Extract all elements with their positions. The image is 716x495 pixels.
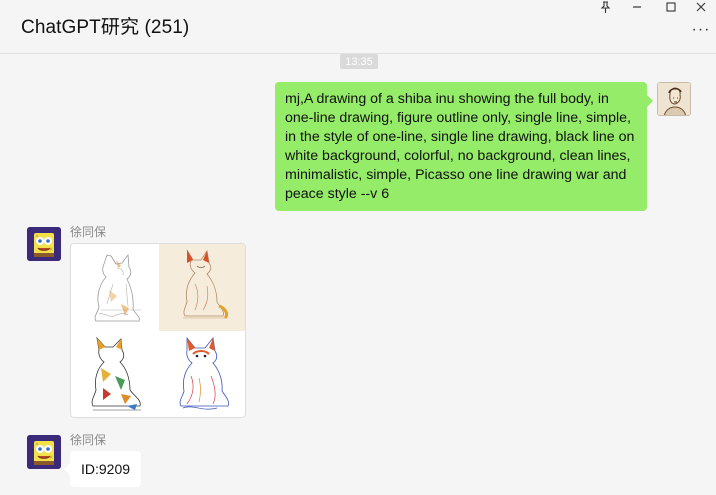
image-message[interactable]	[70, 243, 246, 418]
more-icon[interactable]: ···	[690, 22, 712, 40]
outgoing-message-bubble[interactable]: mj,A drawing of a shiba inu showing the …	[275, 82, 653, 211]
chat-title: ChatGPT研究 (251)	[21, 17, 190, 38]
minimize-icon[interactable]	[626, 0, 648, 14]
sender-avatar[interactable]	[27, 435, 61, 469]
shiba-drawing-image-2[interactable]	[159, 244, 245, 331]
shiba-drawing-image-4[interactable]	[159, 332, 245, 417]
sender-name: 徐同保	[70, 225, 107, 239]
sender-name: 徐同保	[70, 433, 107, 447]
self-avatar[interactable]	[657, 82, 691, 116]
chat-header: ChatGPT研究 (251) ···	[0, 0, 716, 54]
shiba-drawing-image-1[interactable]	[71, 244, 158, 331]
sender-avatar[interactable]	[27, 227, 61, 261]
pin-icon[interactable]	[594, 0, 616, 14]
shiba-drawing-image-3[interactable]	[71, 332, 158, 417]
message-timestamp: 13:35	[340, 54, 378, 69]
close-icon[interactable]	[690, 0, 712, 14]
incoming-message-bubble[interactable]: ID:9209	[63, 451, 142, 487]
maximize-icon[interactable]	[660, 0, 682, 14]
